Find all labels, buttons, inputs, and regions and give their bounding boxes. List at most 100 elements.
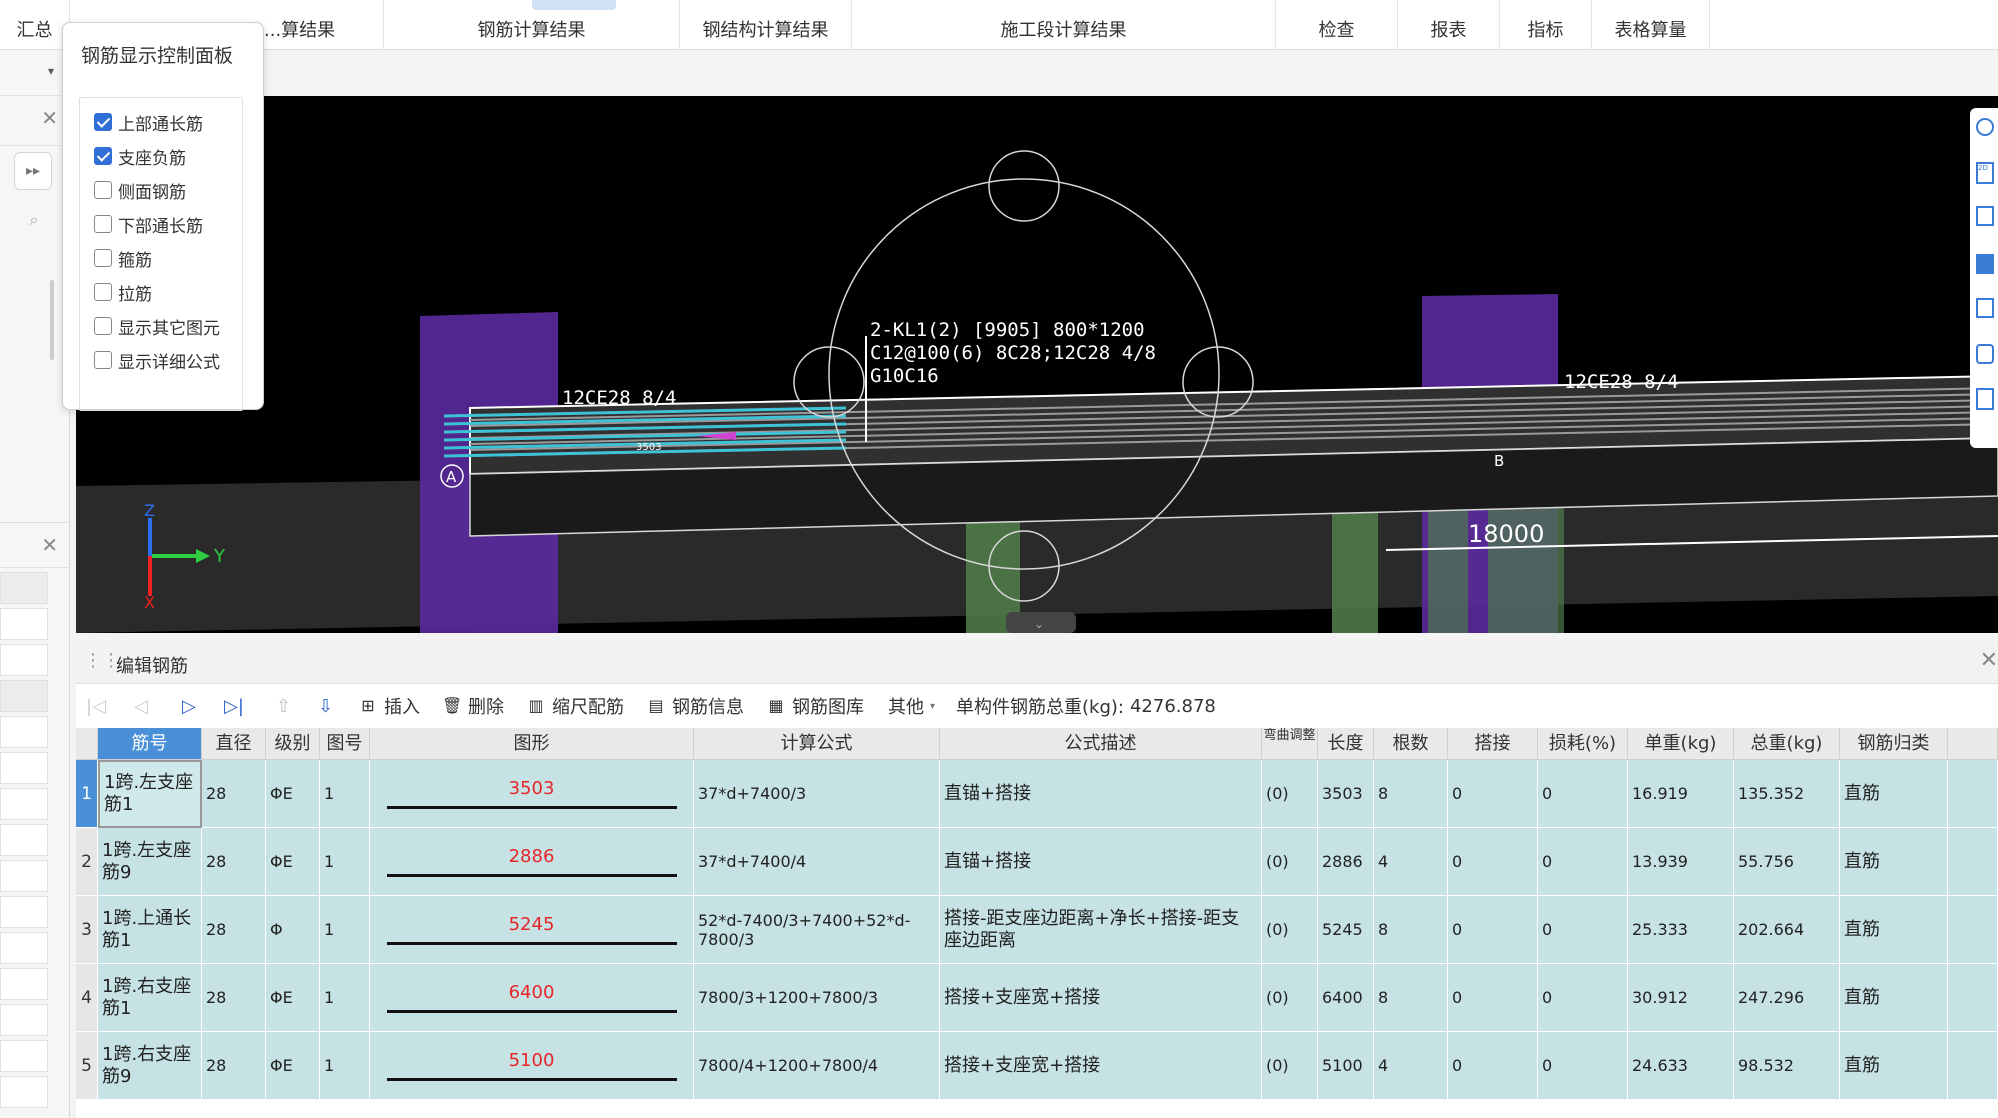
other-dropdown[interactable]: 其他 ▾ [888,694,935,718]
drag-handle-icon[interactable]: ⋮⋮ [84,650,120,671]
cell-count[interactable]: 8 [1374,964,1448,1032]
first-record-icon[interactable]: |◁ [86,696,106,717]
cell-no[interactable]: 4 [76,964,98,1032]
cell-len[interactable]: 5100 [1318,1032,1374,1100]
cell-total[interactable]: 55.756 [1734,828,1840,896]
list-item[interactable] [0,1004,48,1036]
checkbox-unchecked[interactable] [94,351,112,369]
cell-len[interactable]: 6400 [1318,964,1374,1032]
cell-formula[interactable]: 7800/4+1200+7800/4 [694,1032,940,1100]
close-icon[interactable]: ✕ [1980,648,1998,673]
cell-unit[interactable]: 16.919 [1628,760,1734,828]
list-icon[interactable] [1976,388,1994,410]
cell-name[interactable]: 1跨.左支座筋9 [98,828,202,896]
tab-rebar-results[interactable]: 钢筋计算结果 [384,0,680,50]
cell-desc[interactable]: 直锚+搭接 [940,828,1262,896]
cell-total[interactable]: 202.664 [1734,896,1840,964]
column-header[interactable]: 筋号 [98,728,202,760]
cell-lap[interactable]: 0 [1448,896,1538,964]
cell-shape[interactable]: 6400 [370,964,694,1032]
cell-loss[interactable]: 0 [1538,964,1628,1032]
checkbox-stirrup[interactable]: 箍筋 [94,244,152,272]
cell-unit[interactable]: 24.633 [1628,1032,1734,1100]
cell-shape[interactable]: 2886 [370,828,694,896]
list-item[interactable] [0,788,48,820]
cell-cat[interactable]: 直筋 [1840,1032,1948,1100]
column-header[interactable]: 图形 [370,728,694,760]
cell-fig[interactable]: 1 [320,760,370,828]
tab-indicators[interactable]: 指标 [1500,0,1592,50]
cell-cat[interactable]: 直筋 [1840,828,1948,896]
checkbox-side-rebar[interactable]: 侧面钢筋 [94,176,186,204]
close-icon[interactable]: ✕ [41,533,58,557]
scale-rebar-button[interactable]: ▥ 缩尺配筋 [526,694,624,718]
cell-loss[interactable]: 0 [1538,760,1628,828]
column-header[interactable]: 公式描述 [940,728,1262,760]
list-item[interactable] [0,716,48,748]
tab-construction-section-results[interactable]: 施工段计算结果 [852,0,1276,50]
checkbox-checked[interactable] [94,147,112,165]
column-header[interactable]: 搭接 [1448,728,1538,760]
cell-name[interactable]: 1跨.右支座筋1 [98,964,202,1032]
cell-desc[interactable]: 直锚+搭接 [940,760,1262,828]
cell-formula[interactable]: 37*d+7400/4 [694,828,940,896]
cell-desc[interactable]: 搭接+支座宽+搭接 [940,964,1262,1032]
checkbox-show-other-elements[interactable]: 显示其它图元 [94,312,220,340]
cell-no[interactable]: 1 [76,760,98,828]
cell-grade[interactable]: Φ [266,896,320,964]
cell-len[interactable]: 5245 [1318,896,1374,964]
list-item[interactable] [0,1076,48,1108]
expand-button[interactable]: ▸▸ [14,152,52,190]
checkbox-support-negative-rebar[interactable]: 支座负筋 [94,142,186,170]
cell-grade[interactable]: ΦE [266,828,320,896]
search-icon[interactable]: ⌕ [14,200,54,240]
close-icon[interactable]: ✕ [41,106,58,130]
cell-bend[interactable]: (0) [1262,760,1318,828]
cell-cat[interactable]: 直筋 [1840,896,1948,964]
cell-count[interactable]: 4 [1374,1032,1448,1100]
list-item[interactable] [0,608,48,640]
cell-dia[interactable]: 28 [202,896,266,964]
checkbox-unchecked[interactable] [94,215,112,233]
list-item[interactable] [0,968,48,1000]
list-item[interactable] [0,932,48,964]
list-item[interactable] [0,644,48,676]
cell-grade[interactable]: ΦE [266,964,320,1032]
cell-shape[interactable]: 3503 [370,760,694,828]
column-header[interactable]: 钢筋归类 [1840,728,1948,760]
cell-bend[interactable]: (0) [1262,896,1318,964]
column-header[interactable]: 计算公式 [694,728,940,760]
2d-view-icon[interactable]: 2D [1976,162,1994,184]
cell-count[interactable]: 4 [1374,828,1448,896]
column-header[interactable]: 单重(kg) [1628,728,1734,760]
rebar-library-button[interactable]: ▦ 钢筋图库 [766,694,864,718]
column-header[interactable]: 根数 [1374,728,1448,760]
cell-formula[interactable]: 7800/3+1200+7800/3 [694,964,940,1032]
cell-fig[interactable]: 1 [320,1032,370,1100]
delete-button[interactable]: 🗑 删除 [442,694,504,718]
checkbox-top-continuous-rebar[interactable]: 上部通长筋 [94,108,203,136]
move-up-icon[interactable]: ⇧ [276,696,291,717]
checkbox-bottom-continuous-rebar[interactable]: 下部通长筋 [94,210,203,238]
cell-bend[interactable]: (0) [1262,964,1318,1032]
cell-loss[interactable]: 0 [1538,896,1628,964]
left-dropdown[interactable]: ▾ [0,50,70,96]
cell-count[interactable]: 8 [1374,896,1448,964]
cell-name[interactable]: 1跨.左支座筋1 [98,760,202,828]
cell-len[interactable]: 2886 [1318,828,1374,896]
next-record-icon[interactable]: ▷ [182,696,196,717]
cell-dia[interactable]: 28 [202,828,266,896]
cell-no[interactable]: 3 [76,896,98,964]
cell-unit[interactable]: 30.912 [1628,964,1734,1032]
checkbox-tie-bar[interactable]: 拉筋 [94,278,152,306]
cell-fig[interactable]: 1 [320,896,370,964]
column-header[interactable]: 图号 [320,728,370,760]
column-header[interactable]: 长度 [1318,728,1374,760]
tab-summary[interactable]: 汇总 [0,0,70,50]
cell-count[interactable]: 8 [1374,760,1448,828]
checkbox-unchecked[interactable] [94,317,112,335]
cell-dia[interactable]: 28 [202,1032,266,1100]
tab-table-quantity[interactable]: 表格算量 [1592,0,1710,50]
prev-record-icon[interactable]: ◁ [134,696,148,717]
tab-reports[interactable]: 报表 [1398,0,1500,50]
